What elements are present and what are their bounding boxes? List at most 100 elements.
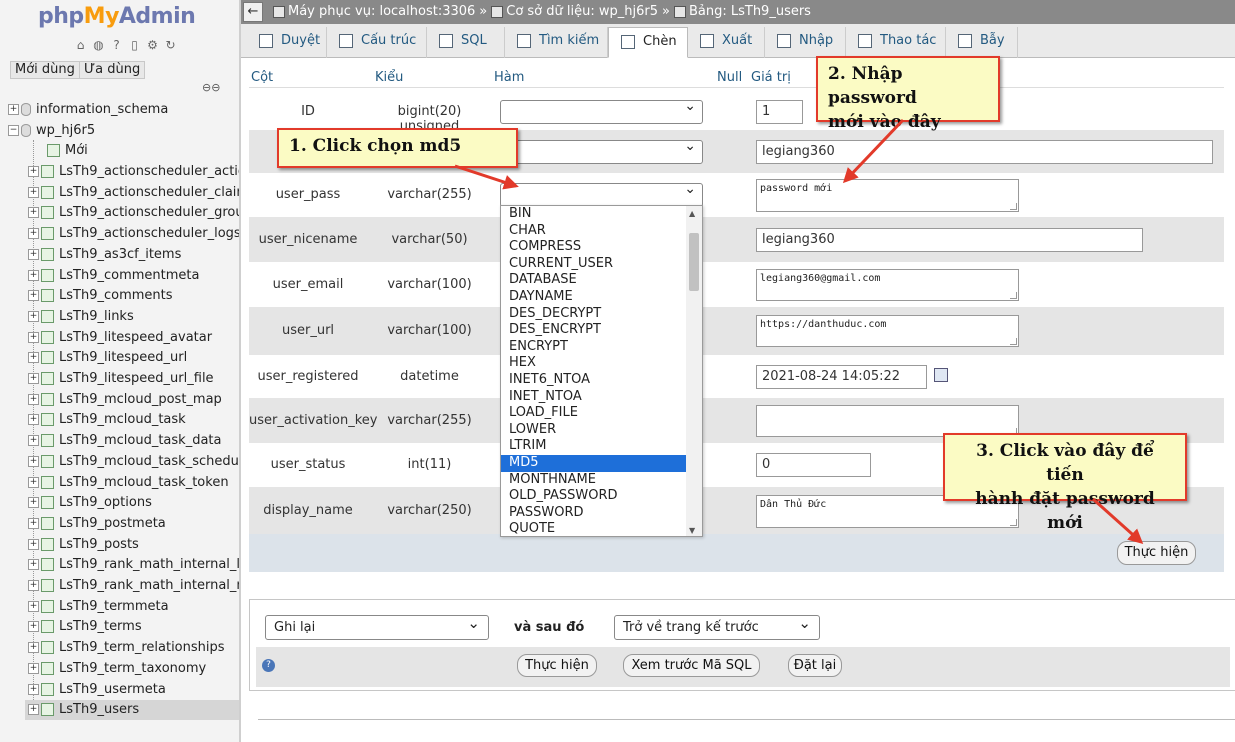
function-select[interactable]: [500, 138, 703, 164]
reset-button[interactable]: Đặt lại: [788, 654, 842, 677]
tab-sql[interactable]: SQL: [427, 27, 505, 58]
expand-icon[interactable]: +: [28, 538, 39, 550]
tab-operations[interactable]: Thao tác: [846, 27, 946, 58]
calendar-icon[interactable]: [934, 368, 948, 382]
reload-icon[interactable]: ↻: [163, 38, 178, 53]
sidebar-db-item[interactable]: + information_schema: [8, 100, 168, 120]
function-dropdown-list[interactable]: BIN CHAR COMPRESS CURRENT_USER DATABASE DAYNA…: [500, 205, 703, 537]
value-textarea[interactable]: https://danthuduc.com: [756, 315, 1019, 347]
breadcrumb-database[interactable]: Cơ sở dữ liệu: wp_hj6r5: [506, 4, 658, 19]
docs-icon[interactable]: ▯: [127, 38, 142, 53]
table-label[interactable]: LsTh9_litespeed_url: [59, 350, 187, 365]
expand-icon[interactable]: +: [28, 621, 39, 633]
table-label[interactable]: LsTh9_rank_math_internal_links: [59, 557, 239, 572]
expand-icon[interactable]: −: [8, 125, 19, 136]
scroll-down-icon[interactable]: ▼: [689, 526, 695, 535]
dropdown-option[interactable]: PASSWORD: [501, 505, 686, 522]
tab-triggers[interactable]: Bẫy: [946, 27, 1018, 58]
dropdown-scrollbar[interactable]: ▲ ▼: [686, 206, 702, 536]
table-label[interactable]: LsTh9_comments: [59, 288, 173, 303]
expand-icon[interactable]: +: [28, 228, 39, 240]
function-select[interactable]: [500, 181, 703, 207]
value-textarea[interactable]: password mới: [756, 179, 1019, 212]
bottom-execute-button[interactable]: Thực hiện: [517, 654, 597, 677]
table-label[interactable]: LsTh9_postmeta: [59, 516, 166, 531]
expand-icon[interactable]: +: [28, 600, 39, 612]
expand-icon[interactable]: +: [28, 393, 39, 405]
sidebar-table-item[interactable]: + LsTh9_terms: [28, 617, 142, 637]
dropdown-option[interactable]: DATABASE: [501, 272, 686, 289]
expand-icon[interactable]: +: [28, 580, 39, 591]
table-label[interactable]: LsTh9_options: [59, 495, 152, 510]
expand-icon[interactable]: +: [28, 310, 39, 322]
table-label[interactable]: LsTh9_rank_math_internal_meta: [59, 578, 239, 593]
logout-icon[interactable]: ◍: [91, 38, 106, 53]
sidebar-table-item[interactable]: + LsTh9_options: [28, 493, 152, 513]
table-label[interactable]: LsTh9_commentmeta: [59, 268, 199, 283]
expand-icon[interactable]: +: [28, 186, 39, 198]
dropdown-option[interactable]: INET_NTOA: [501, 389, 686, 406]
dropdown-option[interactable]: COMPRESS: [501, 239, 686, 256]
sidebar-table-item[interactable]: + LsTh9_mcloud_task_token: [28, 473, 229, 493]
value-input[interactable]: 1: [756, 100, 803, 124]
breadcrumb-server[interactable]: Máy phục vụ: localhost:3306: [288, 4, 475, 19]
expand-icon[interactable]: +: [28, 166, 39, 177]
sidebar-db-item[interactable]: − wp_hj6r5: [8, 121, 95, 141]
expand-icon[interactable]: +: [28, 559, 39, 571]
dropdown-option[interactable]: HEX: [501, 355, 686, 372]
table-label[interactable]: LsTh9_terms: [59, 619, 142, 634]
dropdown-option[interactable]: MONTHNAME: [501, 472, 686, 489]
sidebar-table-item[interactable]: + LsTh9_actionscheduler_claims: [28, 183, 239, 203]
help-icon[interactable]: ?: [109, 38, 124, 53]
table-label[interactable]: LsTh9_mcloud_task_data: [59, 433, 221, 448]
dropdown-option[interactable]: LOAD_FILE: [501, 405, 686, 422]
dropdown-option[interactable]: LOWER: [501, 422, 686, 439]
expand-icon[interactable]: +: [28, 497, 39, 509]
sidebar-table-item[interactable]: + LsTh9_term_taxonomy: [28, 659, 206, 679]
table-label[interactable]: LsTh9_actionscheduler_groups: [59, 205, 239, 220]
expand-icon[interactable]: +: [28, 352, 39, 364]
table-label[interactable]: LsTh9_actionscheduler_logs: [59, 226, 239, 241]
phpmyadmin-logo[interactable]: phpMyAdmin: [38, 4, 196, 29]
after-insert-select[interactable]: Trở về trang kế trước: [614, 612, 820, 640]
expand-icon[interactable]: +: [28, 476, 39, 488]
expand-icon[interactable]: +: [28, 248, 39, 260]
sidebar-table-item[interactable]: + LsTh9_posts: [28, 535, 139, 555]
sidebar-table-item[interactable]: + LsTh9_actionscheduler_groups: [28, 203, 239, 223]
dropdown-option[interactable]: INET6_NTOA: [501, 372, 686, 389]
table-label[interactable]: LsTh9_mcloud_task: [59, 412, 186, 427]
sidebar-table-item[interactable]: + LsTh9_mcloud_task: [28, 410, 186, 430]
breadcrumb-table[interactable]: Bảng: LsTh9_users: [689, 4, 811, 19]
sidebar-table-item[interactable]: + LsTh9_mcloud_post_map: [28, 390, 222, 410]
execute-button[interactable]: Thực hiện: [1117, 541, 1196, 565]
save-option-select[interactable]: Ghi lại: [265, 612, 489, 640]
dropdown-option[interactable]: CHAR: [501, 223, 686, 240]
preview-sql-button[interactable]: Xem trước Mã SQL: [623, 654, 760, 677]
value-input[interactable]: legiang360: [756, 140, 1213, 164]
dropdown-option[interactable]: QUOTE: [501, 521, 686, 536]
expand-icon[interactable]: +: [28, 269, 39, 281]
expand-icon[interactable]: +: [28, 331, 39, 343]
dropdown-option[interactable]: DAYNAME: [501, 289, 686, 306]
dropdown-option[interactable]: OLD_PASSWORD: [501, 488, 686, 505]
table-label[interactable]: LsTh9_links: [59, 309, 134, 324]
table-label[interactable]: LsTh9_litespeed_avatar: [59, 330, 212, 345]
table-label[interactable]: LsTh9_users: [59, 702, 139, 717]
expand-icon[interactable]: +: [28, 517, 39, 529]
sidebar-table-item[interactable]: + LsTh9_usermeta: [28, 680, 166, 700]
table-label[interactable]: LsTh9_as3cf_items: [59, 247, 181, 262]
link-icon[interactable]: ⊖⊖: [202, 81, 220, 94]
tab-browse[interactable]: Duyệt: [247, 27, 327, 58]
table-label[interactable]: LsTh9_usermeta: [59, 682, 166, 697]
sidebar-table-item[interactable]: + LsTh9_term_relationships: [28, 638, 225, 658]
sidebar-table-item[interactable]: + LsTh9_links: [28, 307, 134, 327]
tab-import[interactable]: Nhập: [765, 27, 846, 58]
sidebar-table-item[interactable]: + LsTh9_rank_math_internal_meta: [28, 576, 239, 596]
dropdown-option[interactable]: MD5: [501, 454, 686, 472]
sidebar-table-item[interactable]: + LsTh9_actionscheduler_actions: [28, 162, 239, 182]
function-select[interactable]: [500, 98, 703, 124]
expand-icon[interactable]: +: [28, 662, 39, 674]
value-input[interactable]: 2021-08-24 14:05:22: [756, 365, 927, 389]
table-label[interactable]: LsTh9_term_taxonomy: [59, 661, 206, 676]
sidebar-table-item[interactable]: + LsTh9_as3cf_items: [28, 245, 181, 265]
